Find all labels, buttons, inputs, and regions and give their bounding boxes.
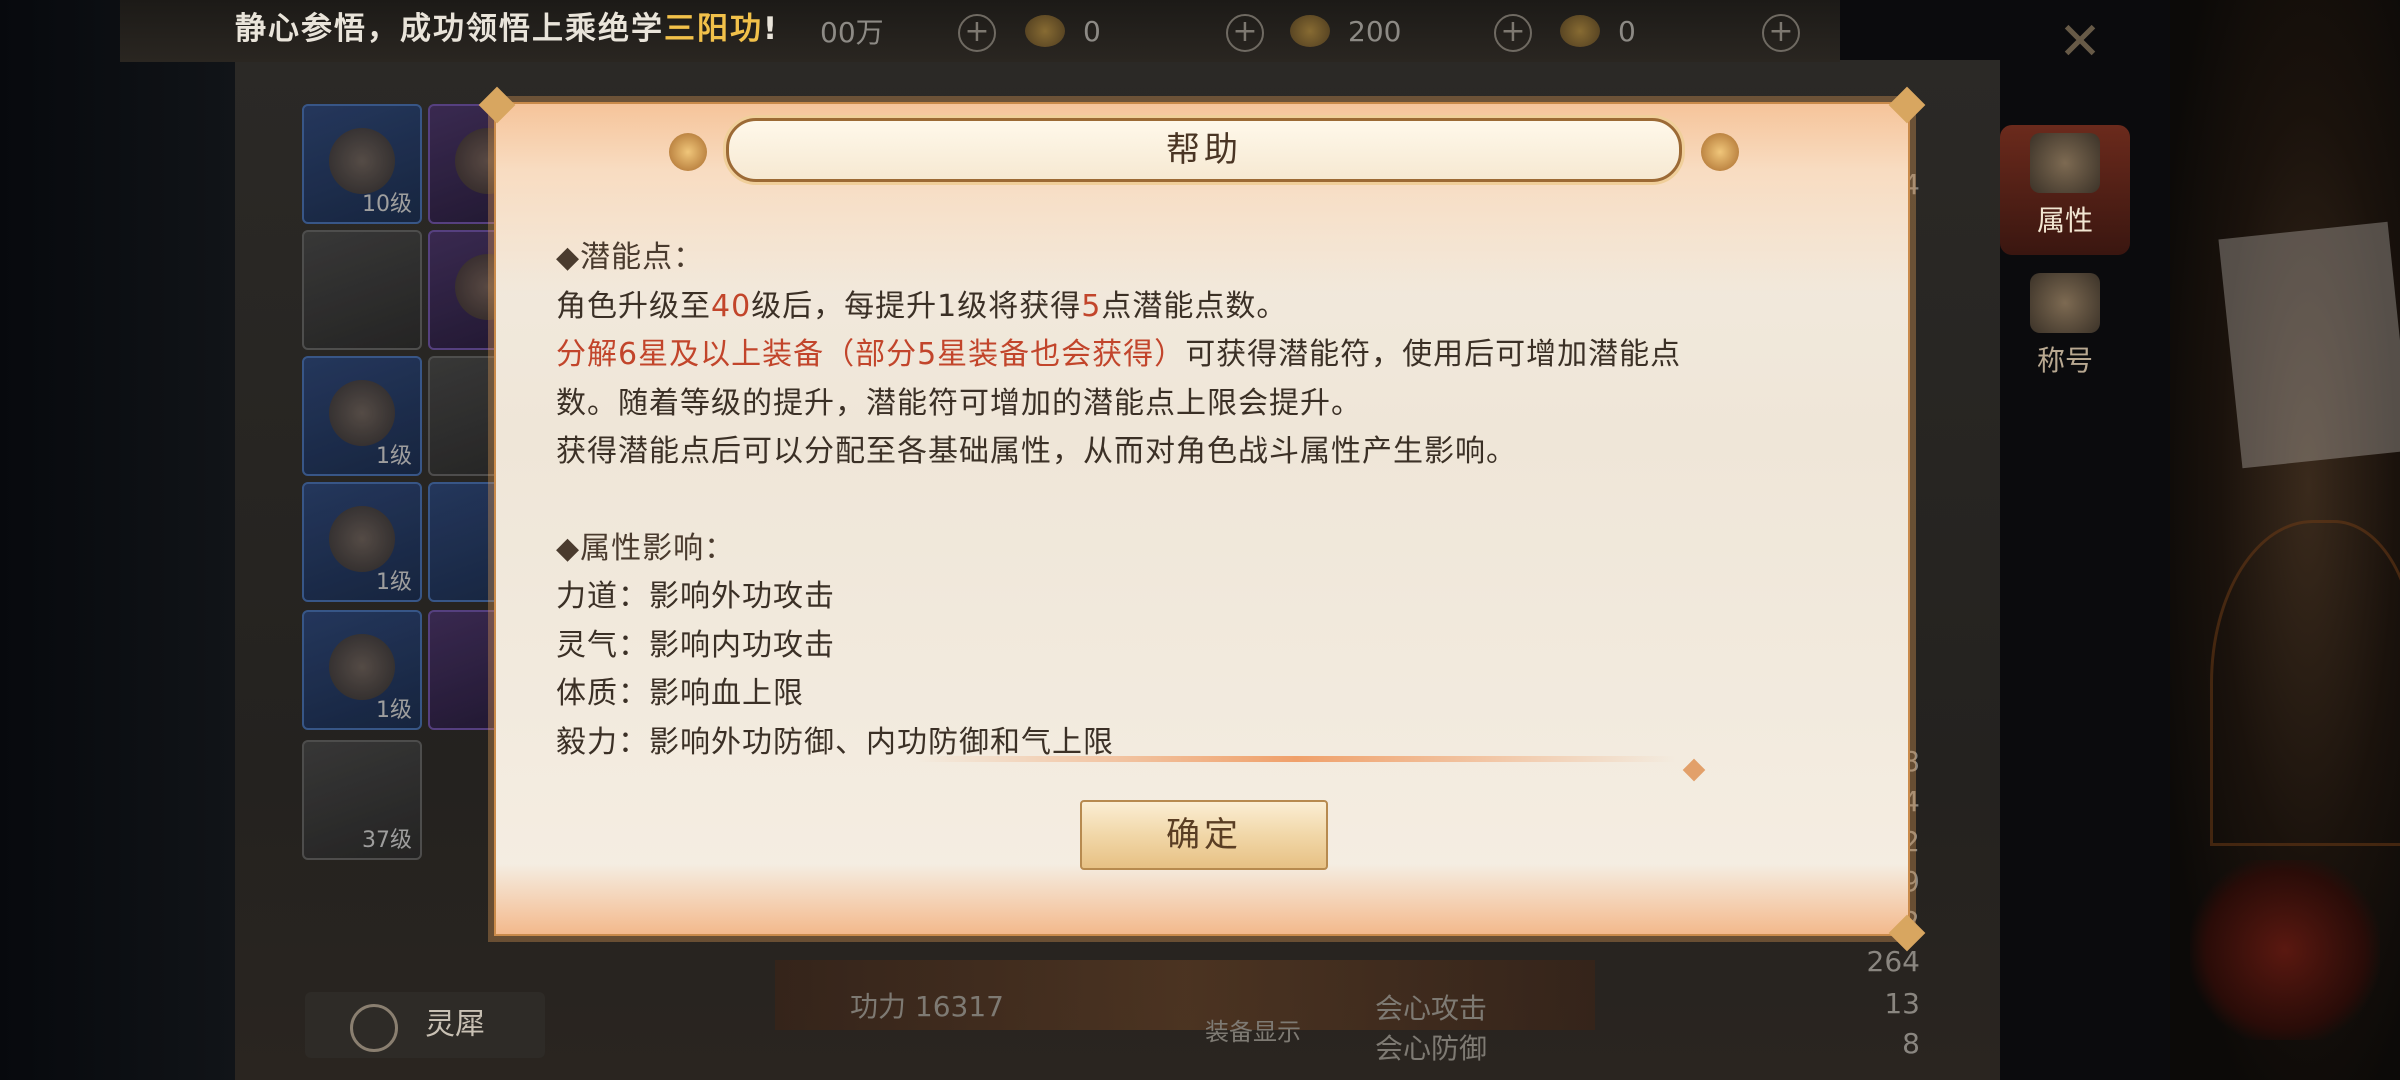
text-span: 级后，每提升1级将获得 (751, 288, 1082, 324)
dialog-title: 帮助 (1166, 130, 1242, 170)
attribute-line: 体质：影响血上限 (556, 676, 804, 711)
help-line: 数。随着等级的提升，潜能符可增加的潜能点上限会提升。 (556, 385, 1362, 421)
help-line: 分解6星及以上装备（部分5星装备也会获得）可获得潜能符，使用后可增加潜能点 (556, 331, 1856, 380)
highlight-span: 40 (711, 288, 752, 324)
help-line: 角色升级至40级后，每提升1级将获得5点潜能点数。 (556, 283, 1856, 332)
dialog-footer-wash (496, 864, 1908, 934)
attribute-line: 力道：影响外功攻击 (556, 579, 835, 614)
text-span: 角色升级至 (556, 288, 711, 324)
dialog-title-plaque: 帮助 (669, 118, 1739, 182)
help-dialog: 帮助 ◆潜能点： 角色升级至40级后，每提升1级将获得5点潜能点数。 分解6星及… (478, 86, 1926, 952)
attribute-line: 灵气：影响内功攻击 (556, 627, 835, 663)
highlight-span: 分解 (556, 337, 618, 372)
cloud-ornament-icon (1701, 133, 1739, 171)
text-span: 可获得潜能符，使用后可增加潜能点 (1185, 337, 1682, 372)
text-span: 点潜能点数。 (1101, 288, 1288, 324)
divider (916, 756, 1676, 762)
confirm-button[interactable]: 确定 (1080, 800, 1328, 870)
cloud-ornament-icon (669, 133, 707, 171)
highlight-span: 5 (1081, 288, 1102, 324)
section-heading-attributes: ◆属性影响： (556, 530, 736, 566)
help-content: ◆潜能点： 角色升级至40级后，每提升1级将获得5点潜能点数。 分解6星及以上装… (556, 234, 1856, 767)
highlight-span: 6星及以上装备（部分5星装备也会获得） (618, 337, 1186, 372)
section-heading-potential: ◆潜能点： (556, 240, 705, 275)
help-line: 获得潜能点后可以分配至各基础属性，从而对角色战斗属性产生影响。 (556, 434, 1517, 469)
